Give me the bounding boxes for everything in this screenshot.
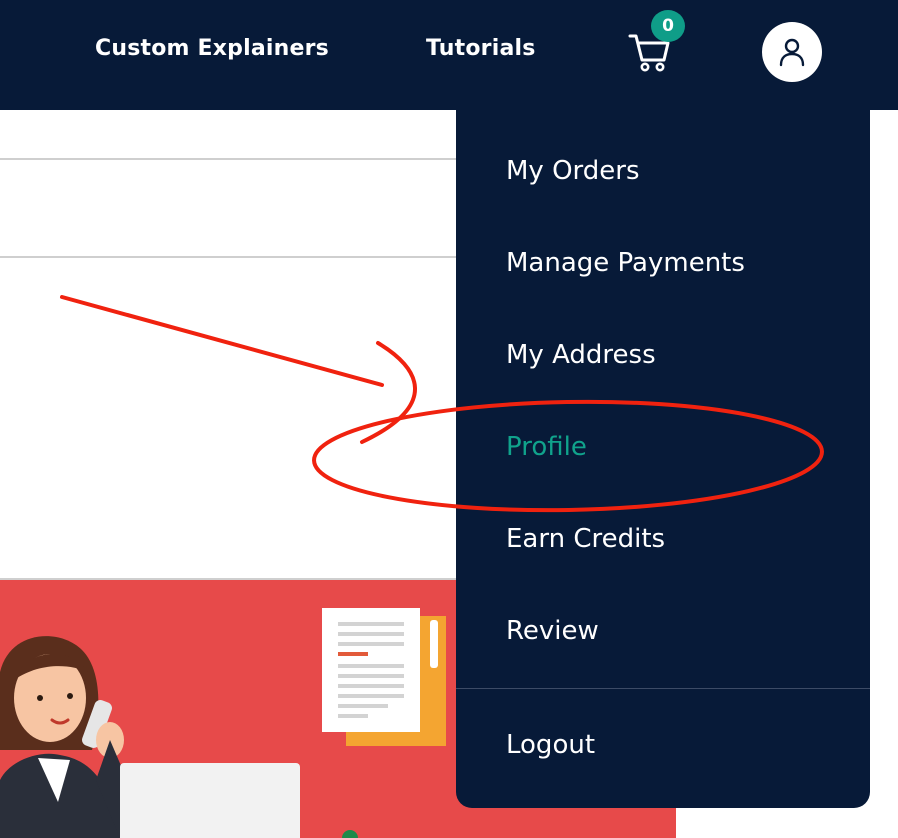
content-divider [0,158,456,160]
menu-divider [456,688,870,689]
top-navigation-bar: Custom Explainers Tutorials 0 [0,0,898,110]
user-dropdown-menu: My Orders Manage Payments My Address Pro… [456,110,870,808]
user-avatar-button[interactable] [762,22,822,82]
nav-link-custom-explainers[interactable]: Custom Explainers [95,36,329,61]
user-icon [779,38,805,67]
nav-link-tutorials[interactable]: Tutorials [426,36,536,61]
annotation-arrow-head [360,341,417,444]
cart-count-badge: 0 [651,10,685,42]
menu-item-logout[interactable]: Logout [506,730,595,760]
menu-item-profile[interactable]: Profile [506,432,587,462]
content-divider [0,256,456,258]
menu-item-manage-payments[interactable]: Manage Payments [506,248,745,278]
menu-item-my-address[interactable]: My Address [506,340,656,370]
annotation-arrow [60,295,384,387]
menu-item-my-orders[interactable]: My Orders [506,156,640,186]
menu-item-earn-credits[interactable]: Earn Credits [506,524,665,554]
menu-item-review[interactable]: Review [506,616,599,646]
